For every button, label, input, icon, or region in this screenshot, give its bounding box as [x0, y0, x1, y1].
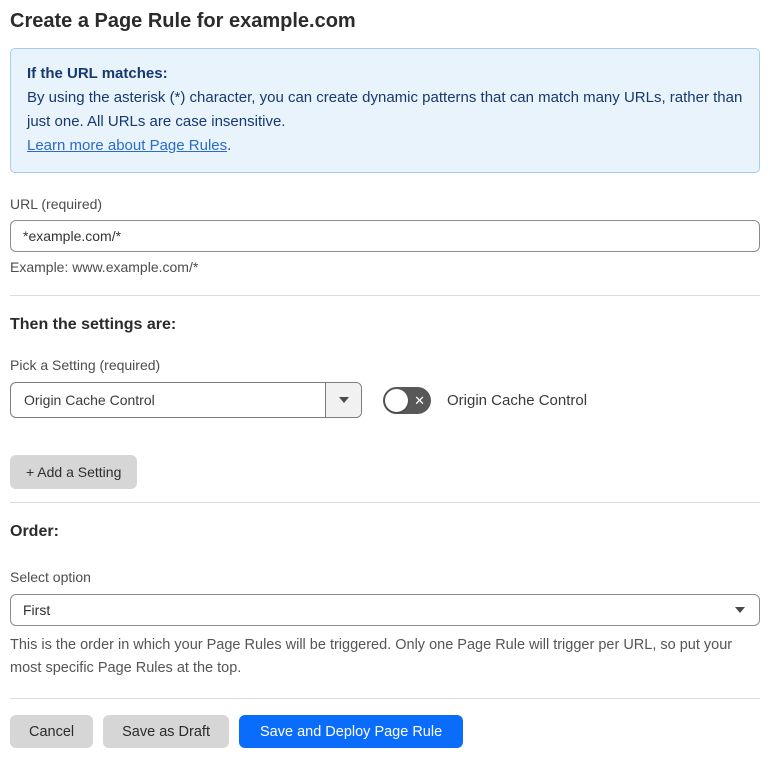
- learn-more-link[interactable]: Learn more about Page Rules: [27, 137, 227, 154]
- save-as-draft-button[interactable]: Save as Draft: [103, 715, 229, 748]
- setting-picker-row: Origin Cache Control ✕ Origin Cache Cont…: [10, 382, 760, 418]
- link-period: .: [227, 137, 232, 154]
- url-field-label: URL (required): [10, 196, 103, 212]
- order-section-heading: Order:: [10, 523, 59, 540]
- divider: [10, 502, 760, 503]
- toggle-knob: [385, 388, 408, 412]
- info-box-heading: If the URL matches:: [27, 65, 168, 82]
- caret-down-icon: [338, 397, 349, 403]
- save-and-deploy-button[interactable]: Save and Deploy Page Rule: [238, 715, 464, 748]
- info-box-link-line: Learn more about Page Rules.: [27, 134, 743, 158]
- order-select-value: First: [23, 602, 51, 618]
- cancel-button[interactable]: Cancel: [10, 715, 94, 748]
- info-box-body: By using the asterisk (*) character, you…: [27, 89, 743, 130]
- footer-actions: Cancel Save as Draft Save and Deploy Pag…: [10, 715, 760, 748]
- settings-section-heading: Then the settings are:: [10, 316, 177, 333]
- page-title: Create a Page Rule for example.com: [10, 10, 356, 32]
- caret-down-icon: [735, 607, 745, 613]
- origin-cache-control-toggle[interactable]: ✕: [383, 386, 431, 414]
- url-match-info-box: If the URL matches: By using the asteris…: [10, 48, 760, 173]
- setting-select[interactable]: Origin Cache Control: [10, 382, 362, 418]
- divider: [10, 698, 760, 699]
- setting-picker-label: Pick a Setting (required): [10, 357, 161, 373]
- url-input[interactable]: [10, 220, 760, 252]
- url-example-text: Example: www.example.com/*: [10, 259, 199, 275]
- order-select-label: Select option: [10, 569, 91, 585]
- add-setting-button[interactable]: + Add a Setting: [10, 455, 138, 489]
- order-help-text: This is the order in which your Page Rul…: [10, 637, 733, 676]
- setting-select-value: Origin Cache Control: [24, 392, 155, 408]
- order-select[interactable]: First: [10, 594, 760, 626]
- x-icon: ✕: [414, 392, 425, 408]
- toggle-caption: Origin Cache Control: [447, 391, 588, 409]
- setting-select-caret-button[interactable]: [325, 383, 361, 417]
- divider: [10, 295, 760, 296]
